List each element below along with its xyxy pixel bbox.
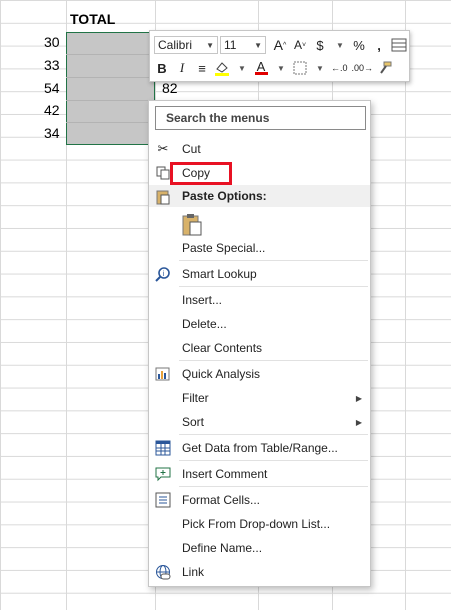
borders-icon[interactable] bbox=[292, 59, 308, 77]
fill-color-button[interactable] bbox=[214, 59, 230, 77]
copy-highlight-annotation bbox=[170, 162, 232, 185]
format-painter-icon[interactable] bbox=[377, 59, 393, 77]
selected-cell-divider bbox=[66, 54, 155, 55]
menu-item-smart-lookup[interactable]: i Smart Lookup bbox=[149, 262, 370, 286]
chevron-down-icon[interactable]: ▼ bbox=[234, 59, 250, 77]
total-header-cell[interactable]: TOTAL bbox=[70, 11, 115, 27]
smart-lookup-icon: i bbox=[155, 266, 171, 282]
percent-style-button[interactable]: % bbox=[351, 36, 367, 54]
column-divider bbox=[405, 0, 406, 610]
paste-options-header: Paste Options: bbox=[149, 185, 370, 207]
menu-item-define-name[interactable]: Define Name... bbox=[149, 536, 370, 560]
menu-item-delete[interactable]: Delete... bbox=[149, 312, 370, 336]
value-cell[interactable]: 33 bbox=[44, 57, 60, 73]
chevron-right-icon: ▶ bbox=[355, 417, 362, 427]
selected-cell-divider bbox=[66, 122, 155, 123]
menu-item-pick-dropdown[interactable]: Pick From Drop-down List... bbox=[149, 512, 370, 536]
selected-cell-divider bbox=[66, 100, 155, 101]
font-name-dropdown[interactable]: Calibri ▼ bbox=[154, 36, 218, 54]
mini-toolbar: Calibri ▼ 11 ▼ A ^ A ˅ $ ▼ % , B I ≡ ▼ A ▼ bbox=[149, 30, 410, 82]
menu-item-insert[interactable]: Insert... bbox=[149, 288, 370, 312]
chevron-down-icon[interactable]: ▼ bbox=[273, 59, 289, 77]
menu-divider bbox=[179, 286, 368, 287]
format-table-icon[interactable] bbox=[391, 36, 407, 54]
menu-item-paste-special[interactable]: Paste Special... bbox=[149, 236, 370, 260]
menu-item-insert-comment[interactable]: Insert Comment bbox=[149, 462, 370, 486]
italic-button[interactable]: I bbox=[174, 59, 190, 77]
clipboard-icon bbox=[155, 189, 171, 205]
menu-item-quick-analysis[interactable]: Quick Analysis bbox=[149, 362, 370, 386]
align-center-icon[interactable]: ≡ bbox=[194, 59, 210, 77]
chevron-down-icon: ▼ bbox=[254, 40, 262, 50]
table-icon bbox=[155, 440, 171, 456]
copy-icon bbox=[155, 165, 171, 181]
chevron-down-icon[interactable]: ▼ bbox=[312, 59, 328, 77]
visible-cell-value[interactable]: 82 bbox=[162, 80, 178, 96]
format-cells-icon bbox=[155, 492, 171, 508]
menu-item-format-cells[interactable]: Format Cells... bbox=[149, 488, 370, 512]
menu-divider bbox=[179, 460, 368, 461]
decrease-font-button[interactable]: A ˅ bbox=[292, 36, 308, 54]
menu-item-get-data[interactable]: Get Data from Table/Range... bbox=[149, 436, 370, 460]
accounting-format-button[interactable]: $ bbox=[312, 36, 328, 54]
link-icon bbox=[155, 564, 171, 580]
menu-divider bbox=[179, 434, 368, 435]
chevron-down-icon[interactable]: ▼ bbox=[332, 36, 348, 54]
font-name-value: Calibri bbox=[158, 38, 193, 52]
chevron-down-icon: ▼ bbox=[206, 40, 214, 50]
menu-item-filter[interactable]: Filter ▶ bbox=[149, 386, 370, 410]
selected-cell-divider bbox=[66, 77, 155, 78]
font-color-button[interactable]: A bbox=[253, 59, 269, 77]
comma-style-button[interactable]: , bbox=[371, 36, 387, 54]
quick-analysis-icon bbox=[155, 366, 171, 382]
selected-range[interactable] bbox=[66, 32, 155, 145]
paste-icon bbox=[180, 213, 204, 237]
svg-text:i: i bbox=[163, 270, 165, 278]
scissors-icon: ✂ bbox=[157, 141, 169, 156]
bold-button[interactable]: B bbox=[154, 59, 170, 77]
menu-item-link[interactable]: Link bbox=[149, 560, 370, 584]
value-cell[interactable]: 30 bbox=[44, 34, 60, 50]
increase-decimal-icon[interactable]: ←.0 bbox=[331, 59, 348, 77]
value-cell[interactable]: 42 bbox=[44, 102, 60, 118]
font-color-bar bbox=[254, 72, 268, 75]
increase-font-button[interactable]: A ^ bbox=[272, 36, 288, 54]
value-cell[interactable]: 34 bbox=[44, 125, 60, 141]
decrease-decimal-icon[interactable]: .00→ bbox=[352, 59, 374, 77]
comment-icon bbox=[155, 466, 171, 482]
menu-item-sort[interactable]: Sort ▶ bbox=[149, 410, 370, 434]
menu-search-input[interactable]: Search the menus bbox=[155, 106, 366, 130]
font-size-value: 11 bbox=[224, 38, 237, 52]
menu-item-clear-contents[interactable]: Clear Contents bbox=[149, 336, 370, 360]
menu-divider bbox=[179, 360, 368, 361]
menu-item-cut[interactable]: ✂ Cut bbox=[149, 137, 370, 161]
value-cell[interactable]: 54 bbox=[44, 80, 60, 96]
menu-divider bbox=[179, 486, 368, 487]
menu-divider bbox=[179, 260, 368, 261]
font-size-dropdown[interactable]: 11 ▼ bbox=[220, 36, 266, 54]
chevron-right-icon: ▶ bbox=[355, 393, 362, 403]
